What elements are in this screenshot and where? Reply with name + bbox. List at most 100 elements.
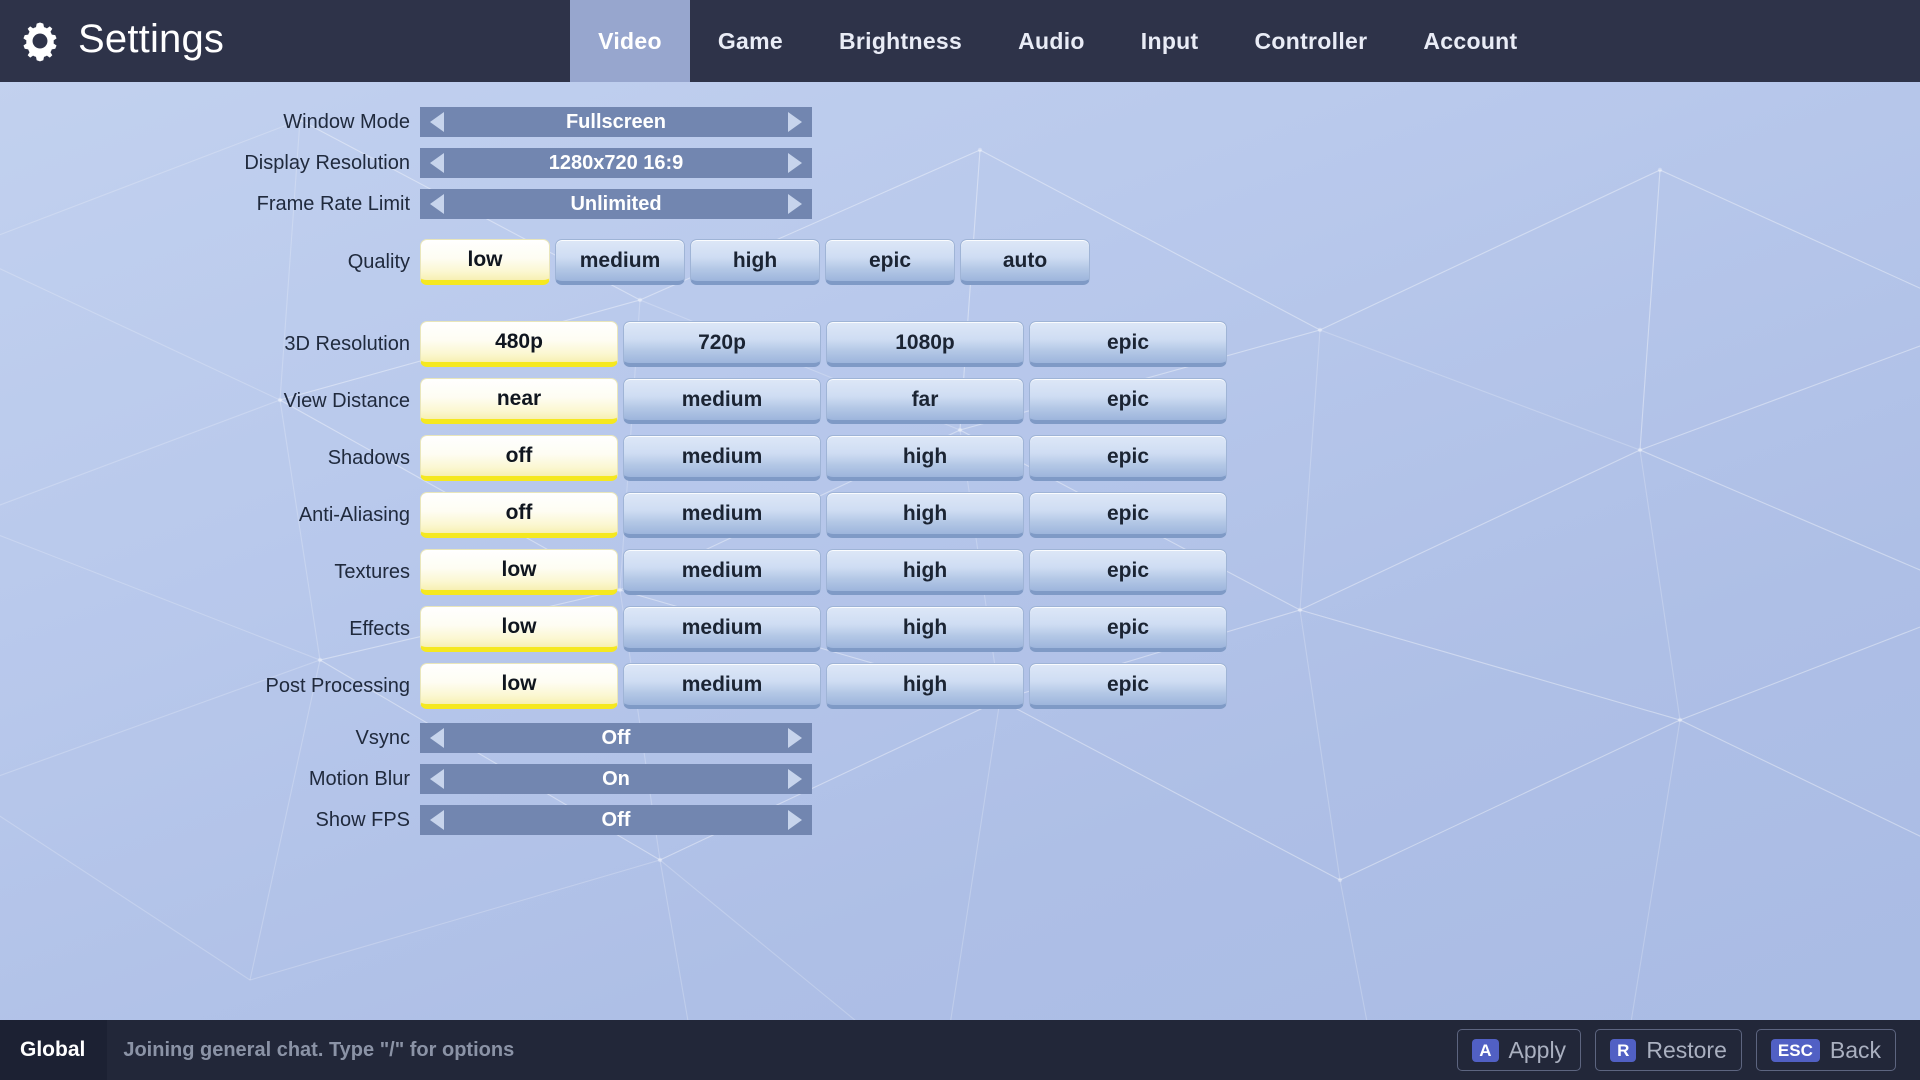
label-motion-blur: Motion Blur — [308, 768, 410, 790]
tab-game[interactable]: Game — [690, 0, 811, 82]
chevron-left-icon[interactable] — [430, 153, 444, 173]
label-window-mode: Window Mode — [283, 111, 410, 133]
bottom-bar: Global Joining general chat. Type "/" fo… — [0, 1020, 1920, 1080]
option-effects-low[interactable]: low — [420, 606, 618, 652]
option-3d-resolution-epic[interactable]: epic — [1029, 321, 1227, 367]
option-quality-low[interactable]: low — [420, 239, 550, 285]
chevron-right-icon[interactable] — [788, 194, 802, 214]
chevron-left-icon[interactable] — [430, 810, 444, 830]
value-frame-rate-limit: Unlimited — [570, 193, 662, 215]
option-shadows-medium[interactable]: medium — [623, 435, 821, 481]
option-effects-epic[interactable]: epic — [1029, 606, 1227, 652]
chevron-right-icon[interactable] — [788, 769, 802, 789]
optiongroup-view-distance: near medium far epic — [420, 378, 1227, 424]
option-post-processing-medium[interactable]: medium — [623, 663, 821, 709]
option-3d-resolution-1080p[interactable]: 1080p — [826, 321, 1024, 367]
option-view-distance-medium[interactable]: medium — [623, 378, 821, 424]
chat-message[interactable]: Joining general chat. Type "/" for optio… — [107, 1039, 514, 1062]
spinner-motion-blur[interactable]: On — [420, 764, 812, 794]
chevron-right-icon[interactable] — [788, 810, 802, 830]
tab-controller[interactable]: Controller — [1226, 0, 1395, 82]
chat-channel-badge[interactable]: Global — [0, 1020, 108, 1080]
restore-button[interactable]: R Restore — [1595, 1029, 1742, 1071]
tab-bar: Video Game Brightness Audio Input Contro… — [570, 0, 1545, 82]
label-post-processing: Post Processing — [265, 675, 410, 697]
tab-input[interactable]: Input — [1113, 0, 1227, 82]
option-shadows-high[interactable]: high — [826, 435, 1024, 481]
option-3d-resolution-720p[interactable]: 720p — [623, 321, 821, 367]
option-anti-aliasing-medium[interactable]: medium — [623, 492, 821, 538]
option-shadows-off[interactable]: off — [420, 435, 618, 481]
optiongroup-quality: low medium high epic auto — [420, 239, 1090, 285]
apply-button[interactable]: A Apply — [1457, 1029, 1582, 1071]
top-bar: Settings Video Game Brightness Audio Inp… — [0, 0, 1920, 82]
label-show-fps: Show FPS — [315, 809, 410, 831]
setting-row-vsync: Vsync Off — [0, 718, 1920, 758]
label-frame-rate-limit: Frame Rate Limit — [256, 193, 410, 215]
tab-video[interactable]: Video — [570, 0, 690, 82]
tab-audio[interactable]: Audio — [990, 0, 1113, 82]
option-quality-auto[interactable]: auto — [960, 239, 1090, 285]
chevron-right-icon[interactable] — [788, 153, 802, 173]
option-3d-resolution-480p[interactable]: 480p — [420, 321, 618, 367]
value-window-mode: Fullscreen — [565, 111, 667, 133]
setting-row-view-distance: View Distance near medium far epic — [0, 373, 1920, 429]
chevron-right-icon[interactable] — [788, 112, 802, 132]
action-bar: A Apply R Restore ESC Back — [1457, 1029, 1920, 1071]
option-post-processing-low[interactable]: low — [420, 663, 618, 709]
optiongroup-textures: low medium high epic — [420, 549, 1227, 595]
label-anti-aliasing: Anti-Aliasing — [298, 504, 410, 526]
option-anti-aliasing-off[interactable]: off — [420, 492, 618, 538]
option-quality-high[interactable]: high — [690, 239, 820, 285]
setting-row-frame-rate-limit: Frame Rate Limit Unlimited — [0, 184, 1920, 224]
brand: Settings — [0, 0, 224, 82]
spinner-frame-rate-limit[interactable]: Unlimited — [420, 189, 812, 219]
option-textures-epic[interactable]: epic — [1029, 549, 1227, 595]
chevron-left-icon[interactable] — [430, 112, 444, 132]
optiongroup-3d-resolution: 480p 720p 1080p epic — [420, 321, 1227, 367]
optiongroup-post-processing: low medium high epic — [420, 663, 1227, 709]
option-quality-epic[interactable]: epic — [825, 239, 955, 285]
chevron-left-icon[interactable] — [430, 194, 444, 214]
option-view-distance-near[interactable]: near — [420, 378, 618, 424]
tab-brightness[interactable]: Brightness — [811, 0, 990, 82]
spinner-display-resolution[interactable]: 1280x720 16:9 — [420, 148, 812, 178]
chevron-right-icon[interactable] — [788, 728, 802, 748]
option-effects-high[interactable]: high — [826, 606, 1024, 652]
option-textures-high[interactable]: high — [826, 549, 1024, 595]
option-post-processing-epic[interactable]: epic — [1029, 663, 1227, 709]
settings-screen: Settings Video Game Brightness Audio Inp… — [0, 0, 1920, 1080]
option-view-distance-far[interactable]: far — [826, 378, 1024, 424]
option-effects-medium[interactable]: medium — [623, 606, 821, 652]
setting-row-3d-resolution: 3D Resolution 480p 720p 1080p epic — [0, 316, 1920, 372]
apply-label: Apply — [1508, 1036, 1567, 1063]
spinner-show-fps[interactable]: Off — [420, 805, 812, 835]
option-post-processing-high[interactable]: high — [826, 663, 1024, 709]
setting-row-display-resolution: Display Resolution 1280x720 16:9 — [0, 143, 1920, 183]
keycap-r: R — [1610, 1038, 1637, 1062]
keycap-esc: ESC — [1770, 1038, 1820, 1062]
setting-row-effects: Effects low medium high epic — [0, 601, 1920, 657]
label-shadows: Shadows — [327, 447, 410, 469]
option-shadows-epic[interactable]: epic — [1029, 435, 1227, 481]
option-anti-aliasing-epic[interactable]: epic — [1029, 492, 1227, 538]
label-view-distance: View Distance — [283, 390, 410, 412]
option-quality-medium[interactable]: medium — [555, 239, 685, 285]
spinner-window-mode[interactable]: Fullscreen — [420, 107, 812, 137]
label-quality: Quality — [347, 251, 410, 273]
setting-row-post-processing: Post Processing low medium high epic — [0, 658, 1920, 714]
chevron-left-icon[interactable] — [430, 728, 444, 748]
optiongroup-effects: low medium high epic — [420, 606, 1227, 652]
tab-account[interactable]: Account — [1395, 0, 1545, 82]
keycap-a: A — [1472, 1038, 1499, 1062]
option-anti-aliasing-high[interactable]: high — [826, 492, 1024, 538]
back-button[interactable]: ESC Back — [1755, 1029, 1896, 1071]
setting-row-textures: Textures low medium high epic — [0, 544, 1920, 600]
option-view-distance-epic[interactable]: epic — [1029, 378, 1227, 424]
label-textures: Textures — [334, 561, 410, 583]
option-textures-medium[interactable]: medium — [623, 549, 821, 595]
spinner-vsync[interactable]: Off — [420, 723, 812, 753]
option-textures-low[interactable]: low — [420, 549, 618, 595]
label-effects: Effects — [349, 618, 410, 640]
chevron-left-icon[interactable] — [430, 769, 444, 789]
